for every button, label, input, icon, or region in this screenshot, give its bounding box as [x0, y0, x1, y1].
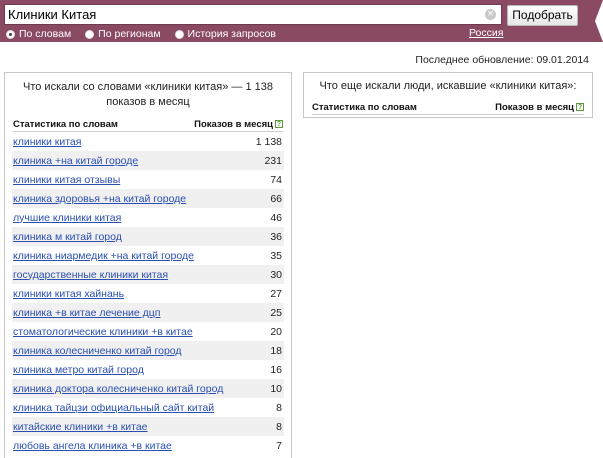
- keyword-link[interactable]: лучшие клиники китая: [13, 212, 121, 224]
- table-row: клиника метро китай город 16: [12, 360, 284, 379]
- radio-icon[interactable]: [174, 29, 184, 39]
- table-row: китайские клиники +в китае 8: [12, 417, 284, 436]
- radio-checked-icon[interactable]: [6, 29, 15, 39]
- table-row: любовь ангела клиника +в китае 7: [12, 436, 284, 455]
- table-row: клиника тайцзи официальный сайт китай 8: [12, 398, 284, 417]
- clear-icon[interactable]: ×: [485, 9, 496, 20]
- panel-title: Что еще искали люди, искавшие «клиники к…: [319, 80, 577, 92]
- impressions-count: 8: [276, 401, 282, 414]
- keyword-link[interactable]: клиника ниармедик +на китай городе: [13, 250, 194, 262]
- search-mode-group: По словам По регионам История запросов: [6, 28, 290, 40]
- help-icon[interactable]: ?: [576, 103, 584, 112]
- impressions-count: 35: [270, 249, 282, 262]
- keyword-link[interactable]: клиники китая хайнань: [13, 288, 124, 300]
- impressions-count: 231: [264, 154, 282, 167]
- search-box[interactable]: ×: [4, 4, 502, 25]
- column-keyword-header: Статистика по словам: [13, 119, 118, 130]
- mode-by-regions[interactable]: По регионам: [85, 28, 161, 40]
- column-count-label: Показов в месяц: [495, 102, 574, 113]
- submit-button[interactable]: Подобрать: [507, 5, 578, 26]
- impressions-count: 46: [270, 211, 282, 224]
- radio-icon[interactable]: [85, 29, 95, 39]
- impressions-count: 30: [270, 268, 282, 281]
- search-input[interactable]: [8, 6, 478, 23]
- table-row: клиника колесниченко китай город 18: [12, 341, 284, 360]
- keyword-link[interactable]: клиника +в китае лечение дцп: [13, 307, 161, 319]
- impressions-count: 8: [276, 420, 282, 433]
- table-row: стоматологические клиники +в китае 20: [12, 322, 284, 341]
- keyword-link[interactable]: китайские клиники +в китае: [13, 421, 148, 433]
- table-row: лучшие клиники китая 46: [12, 208, 284, 227]
- column-keyword-header: Статистика по словам: [312, 102, 417, 113]
- mode-query-history[interactable]: История запросов: [174, 28, 276, 40]
- column-count-label: Показов в месяц: [194, 119, 273, 130]
- impressions-count: 18: [270, 344, 282, 357]
- region-link[interactable]: Россия: [469, 27, 503, 39]
- keyword-table: клиники китая 1 138 клиника +на китай горо…: [12, 132, 284, 455]
- table-row: клиники китая 1 138: [12, 132, 284, 151]
- impressions-count: 10: [270, 382, 282, 395]
- impressions-count: 25: [270, 306, 282, 319]
- table-row: клиника м китай город 36: [12, 227, 284, 246]
- table-header: Статистика по словам Показов в месяц?: [312, 102, 584, 115]
- impressions-count: 66: [270, 192, 282, 205]
- table-row: клиники китая хайнань 27: [12, 284, 284, 303]
- keyword-link[interactable]: клиника колесниченко китай город: [13, 345, 182, 357]
- column-count-header: Показов в месяц?: [194, 119, 283, 130]
- table-row: государственные клиники китая 30: [12, 265, 284, 284]
- keyword-link[interactable]: клиника здоровья +на китай городе: [13, 193, 186, 205]
- search-bar: × Подобрать По словам По регионам Истори…: [0, 0, 603, 42]
- impressions-count: 7: [276, 439, 282, 452]
- table-row: клиника здоровья +на китай городе 66: [12, 189, 284, 208]
- impressions-count: 16: [270, 363, 282, 376]
- also-searched-panel: Что еще искали люди, искавшие «клиники к…: [303, 72, 593, 118]
- keyword-link[interactable]: клиника тайцзи официальный сайт китай: [13, 402, 214, 414]
- keyword-link[interactable]: клиника м китай город: [13, 231, 122, 243]
- keyword-link[interactable]: государственные клиники китая: [13, 269, 168, 281]
- table-row: клиника ниармедик +на китай городе 35: [12, 246, 284, 265]
- topbar-arrow-decoration: [595, 0, 603, 42]
- keyword-link[interactable]: клиники китая отзывы: [13, 174, 120, 186]
- impressions-count: 74: [270, 173, 282, 186]
- table-row: клиника +на китай городе 231: [12, 151, 284, 170]
- panel-title: Что искали со словами «клиники китая» — …: [23, 81, 273, 108]
- impressions-count: 20: [270, 325, 282, 338]
- table-row: клиника +в китае лечение дцп 25: [12, 303, 284, 322]
- mode-label: По регионам: [98, 28, 161, 40]
- keyword-link[interactable]: любовь ангела клиника +в китае: [13, 440, 172, 452]
- last-update-text: Последнее обновление: 09.01.2014: [415, 54, 589, 66]
- table-header: Статистика по словам Показов в месяц?: [13, 119, 283, 132]
- keyword-link[interactable]: клиника метро китай город: [13, 364, 144, 376]
- impressions-count: 1 138: [255, 135, 282, 148]
- table-row: клиники китая отзывы 74: [12, 170, 284, 189]
- related-words-panel: Что искали со словами «клиники китая» — …: [4, 72, 292, 458]
- help-icon[interactable]: ?: [275, 120, 283, 129]
- mode-label: История запросов: [187, 28, 276, 40]
- keyword-link[interactable]: стоматологические клиники +в китае: [13, 326, 193, 338]
- table-row: клиника доктора колесниченко китай город…: [12, 379, 284, 398]
- column-count-header: Показов в месяц?: [495, 102, 584, 113]
- keyword-link[interactable]: клиника +на китай городе: [13, 155, 138, 167]
- keyword-link[interactable]: клиники китая: [13, 136, 81, 148]
- mode-by-words[interactable]: По словам: [6, 28, 71, 40]
- impressions-count: 36: [270, 230, 282, 243]
- mode-label: По словам: [19, 28, 72, 40]
- impressions-count: 27: [270, 287, 282, 300]
- keyword-link[interactable]: клиника доктора колесниченко китай город: [13, 383, 223, 395]
